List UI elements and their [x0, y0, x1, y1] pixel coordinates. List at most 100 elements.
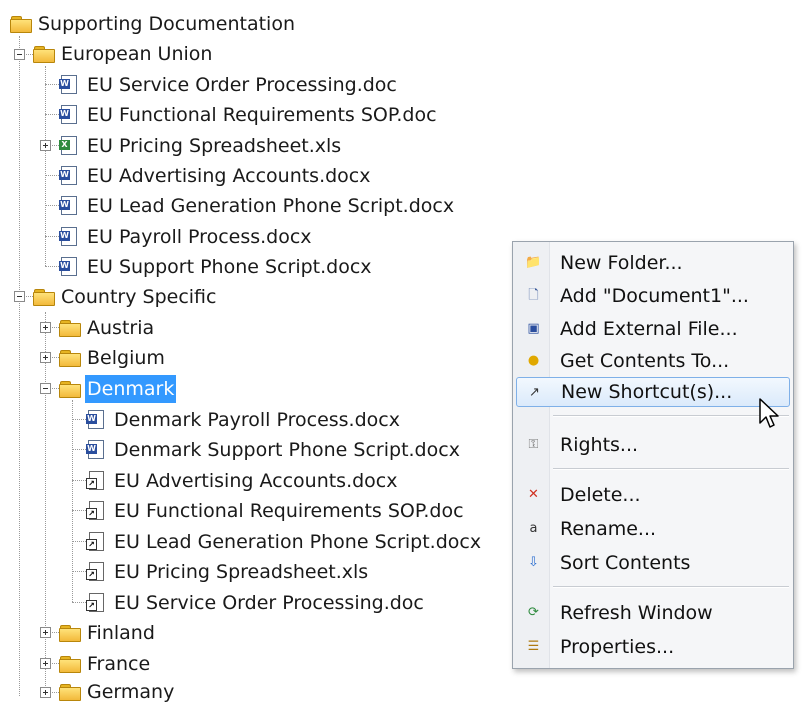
tree-node-label: Austria	[87, 317, 155, 339]
expand-toggle[interactable]	[40, 658, 51, 669]
expand-toggle[interactable]	[40, 322, 51, 333]
tree-node-document[interactable]: W EU Lead Generation Phone Script.docx	[59, 191, 456, 221]
expand-toggle[interactable]	[40, 627, 51, 638]
tree-node-document[interactable]: W EU Advertising Accounts.docx	[59, 161, 373, 191]
tree-node-label: European Union	[61, 43, 213, 65]
tree-node-shortcut[interactable]: ↗ EU Service Order Processing.doc	[86, 588, 426, 618]
excel-spreadsheet-icon: X	[59, 136, 79, 155]
menu-item-new-folder[interactable]: 📁 New Folder...	[516, 248, 790, 278]
menu-item-label: Get Contents To...	[560, 350, 730, 372]
tree-node-country-specific[interactable]: Country Specific	[33, 282, 218, 312]
menu-item-rights[interactable]: ⚿ Rights...	[516, 430, 790, 460]
tree-node-document[interactable]: X EU Pricing Spreadsheet.xls	[59, 131, 343, 161]
tree-node-label: EU Lead Generation Phone Script.docx	[87, 195, 455, 217]
folder-open-icon	[33, 289, 55, 306]
tree-node-document[interactable]: W Denmark Payroll Process.docx	[86, 405, 402, 435]
menu-item-label: New Shortcut(s)...	[561, 381, 733, 403]
tree-node-shortcut[interactable]: ↗ EU Pricing Spreadsheet.xls	[86, 557, 370, 587]
tree-line	[45, 312, 46, 696]
properties-icon: ☰	[527, 639, 540, 654]
word-document-icon: W	[59, 227, 79, 246]
add-document-icon: 🗋	[528, 288, 539, 303]
tree-node-document[interactable]: W EU Service Order Processing.doc	[59, 70, 399, 100]
shortcut-icon: ↗	[86, 562, 106, 581]
tree-node-document[interactable]: W Denmark Support Phone Script.docx	[86, 435, 462, 465]
tree-node-label: EU Pricing Spreadsheet.xls	[87, 135, 342, 157]
menu-item-new-shortcut[interactable]: ↗ New Shortcut(s)...	[516, 377, 790, 407]
tree-node-label: EU Functional Requirements SOP.doc	[87, 104, 437, 126]
tree-node-label: EU Lead Generation Phone Script.docx	[114, 531, 482, 553]
expand-toggle[interactable]	[40, 687, 51, 698]
menu-item-label: Rename...	[560, 518, 657, 540]
context-menu: 📁 New Folder... 🗋 Add "Document1"... ▣ A…	[512, 241, 794, 669]
menu-item-delete[interactable]: ✕ Delete...	[516, 480, 790, 510]
folder-icon	[10, 16, 32, 33]
folder-icon	[59, 350, 81, 367]
collapse-toggle[interactable]	[14, 49, 25, 60]
menu-item-get-contents[interactable]: ● Get Contents To...	[516, 346, 790, 376]
tree-node-country[interactable]: Belgium	[59, 343, 167, 373]
folder-open-icon	[33, 46, 55, 63]
word-document-icon: W	[59, 257, 79, 276]
word-document-icon: W	[59, 196, 79, 215]
folder-icon	[59, 625, 81, 642]
collapse-toggle[interactable]	[40, 383, 51, 394]
menu-item-label: Refresh Window	[560, 602, 713, 624]
expand-toggle[interactable]	[40, 140, 51, 151]
tree-node-label: Finland	[87, 622, 155, 644]
menu-item-add-external-file[interactable]: ▣ Add External File...	[516, 314, 790, 344]
collapse-toggle[interactable]	[14, 291, 25, 302]
tree-node-document[interactable]: W EU Functional Requirements SOP.doc	[59, 100, 439, 130]
tree-node-document[interactable]: W EU Support Phone Script.docx	[59, 252, 374, 282]
menu-item-label: Add External File...	[560, 318, 738, 340]
menu-item-refresh-window[interactable]: ⟳ Refresh Window	[516, 598, 790, 628]
menu-item-rename[interactable]: a Rename...	[516, 514, 790, 544]
tree-node-country[interactable]: France	[59, 649, 152, 679]
tree-node-shortcut[interactable]: ↗ EU Lead Generation Phone Script.docx	[86, 527, 483, 557]
shortcut-icon: ↗	[86, 501, 106, 520]
menu-item-label: Sort Contents	[560, 552, 691, 574]
menu-item-label: Properties...	[560, 636, 675, 658]
tree-node-label-selected: Denmark	[85, 375, 177, 403]
tree-node-country[interactable]: Austria	[59, 313, 156, 343]
tree-line	[19, 36, 20, 296]
tree-node-shortcut[interactable]: ↗ EU Functional Requirements SOP.doc	[86, 496, 466, 526]
delete-icon: ✕	[528, 487, 539, 502]
rename-icon: a	[529, 521, 538, 536]
tree-node-european-union[interactable]: European Union	[33, 39, 214, 69]
menu-item-add-document[interactable]: 🗋 Add "Document1"...	[516, 281, 790, 311]
shortcut-icon: ↗	[86, 471, 106, 490]
tree-node-country[interactable]: Germany	[59, 677, 176, 707]
tree-node-country[interactable]: Finland	[59, 618, 157, 648]
new-folder-icon: 📁	[525, 255, 542, 270]
expand-toggle[interactable]	[40, 352, 51, 363]
tree-node-label: EU Payroll Process.docx	[87, 226, 312, 248]
tree-node-label: EU Support Phone Script.docx	[87, 256, 372, 278]
tree-node-denmark[interactable]: Denmark	[59, 374, 177, 404]
menu-item-label: Rights...	[560, 434, 639, 456]
word-document-icon: W	[59, 75, 79, 94]
folder-open-icon	[59, 381, 81, 398]
folder-icon	[59, 320, 81, 337]
tree-node-root[interactable]: Supporting Documentation	[10, 9, 297, 39]
refresh-icon: ⟳	[528, 605, 539, 620]
tree-node-label: EU Functional Requirements SOP.doc	[114, 500, 464, 522]
menu-item-sort-contents[interactable]: ⇩ Sort Contents	[516, 548, 790, 578]
tree-node-label: Denmark Payroll Process.docx	[114, 409, 400, 431]
shortcut-icon: ↗	[86, 532, 106, 551]
sort-icon: ⇩	[528, 555, 539, 570]
tree-node-document[interactable]: W EU Payroll Process.docx	[59, 222, 314, 252]
word-document-icon: W	[86, 410, 106, 429]
tree-node-label: Country Specific	[61, 286, 217, 308]
menu-separator	[553, 415, 789, 417]
tree-line	[19, 296, 20, 696]
tree-node-shortcut[interactable]: ↗ EU Advertising Accounts.docx	[86, 466, 400, 496]
word-document-icon: W	[86, 440, 106, 459]
folder-icon	[59, 684, 81, 701]
menu-item-label: New Folder...	[560, 252, 683, 274]
tree-node-label: EU Service Order Processing.doc	[87, 74, 397, 96]
menu-item-properties[interactable]: ☰ Properties...	[516, 632, 790, 662]
menu-item-label: Delete...	[560, 484, 641, 506]
folder-icon	[59, 656, 81, 673]
new-shortcut-icon: ↗	[529, 385, 540, 400]
